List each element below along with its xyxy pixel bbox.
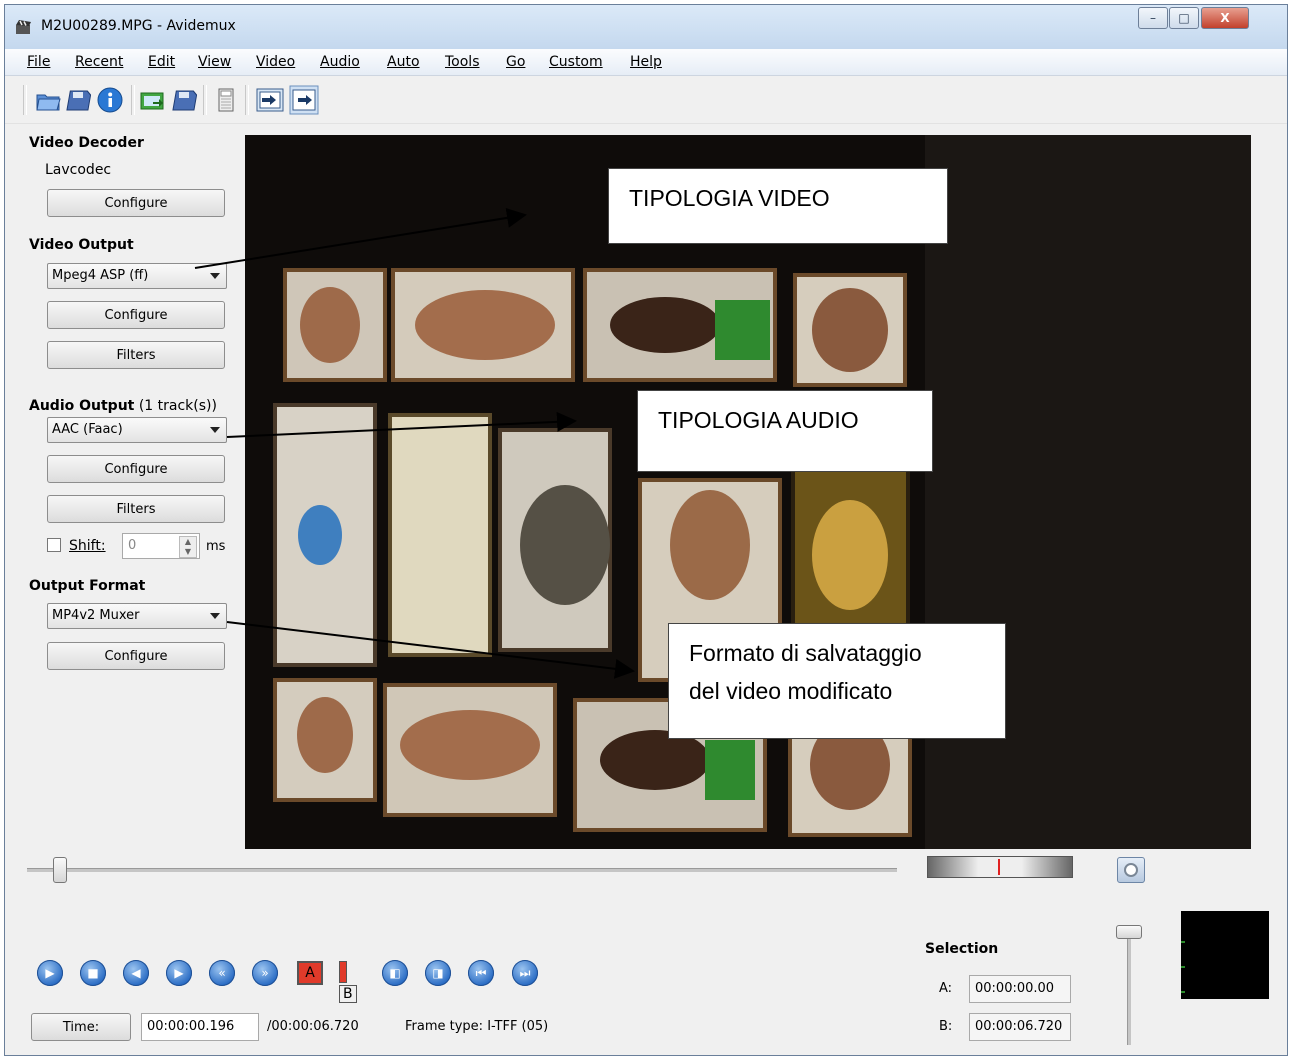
selection-a-field[interactable]: 00:00:00.00 [969,975,1071,1003]
set-marker-a-button[interactable]: A [297,961,323,985]
selection-heading: Selection [925,941,999,957]
jog-shuttle[interactable] [927,856,1073,878]
video-type-arrow [194,207,527,269]
go-to-start-button[interactable]: ⏮ [468,960,494,986]
next-keyframe-button[interactable]: » [252,960,278,986]
go-to-end-button[interactable]: ⏭ [512,960,538,986]
volume-slider[interactable] [1116,925,1142,939]
total-time: /00:00:06.720 [267,1019,359,1034]
speaker-icon [1124,863,1138,877]
set-marker-b-button[interactable]: B [339,961,369,1003]
stop-button[interactable]: ■ [80,960,106,986]
selection-b-field[interactable]: 00:00:06.720 [969,1013,1071,1041]
current-time-field[interactable]: 00:00:00.196 [141,1013,259,1041]
audio-type-arrow [226,411,577,438]
go-to-marker-a-button[interactable]: ◧ [382,960,408,986]
selection-b-label: B: [939,1019,953,1034]
save-format-arrow [226,621,635,679]
play-button[interactable]: ▶ [37,960,63,986]
next-frame-button[interactable]: ▶ [166,960,192,986]
frame-type: Frame type: I-TFF (05) [405,1019,549,1034]
timeline-slider[interactable] [53,857,68,883]
volume-button[interactable] [1117,857,1145,883]
selection-a-label: A: [939,981,953,996]
previous-keyframe-button[interactable]: « [209,960,235,986]
audio-meter [1181,911,1269,999]
annotation-arrows [194,207,635,679]
go-to-marker-b-button[interactable]: ◨ [425,960,451,986]
app-window: M2U00289.MPG - Avidemux – □ X File Recen… [4,4,1288,1056]
timeline-track[interactable] [27,868,897,872]
volume-track[interactable] [1127,935,1131,1045]
jog-marker [998,859,1000,875]
marker-b-label: B [339,985,357,1003]
previous-frame-button[interactable]: ◀ [123,960,149,986]
time-button[interactable]: Time: [31,1013,131,1041]
marker-b-bar-icon [339,961,347,983]
